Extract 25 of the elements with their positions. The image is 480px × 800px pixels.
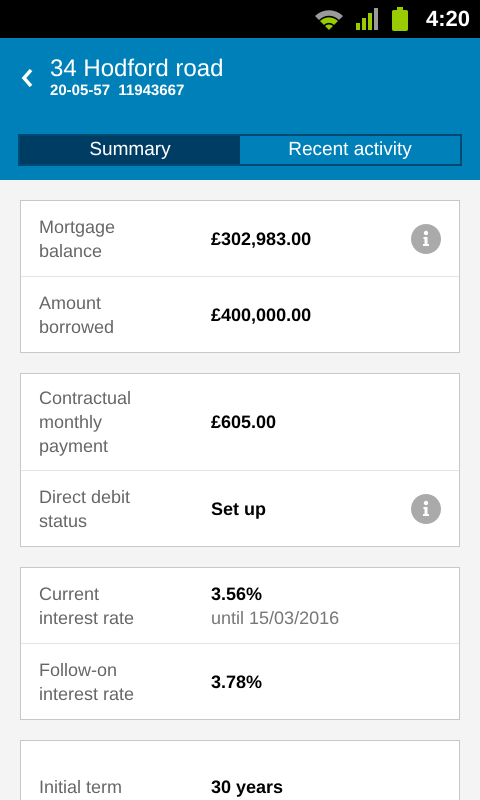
field-label: Current interest rate	[39, 582, 136, 630]
field-note: until 15/03/2016	[211, 606, 340, 630]
account-number: 20-05-57 11943667	[50, 82, 186, 100]
account-title: 34 Hodford road	[50, 56, 224, 82]
field-label: Initial term	[39, 776, 124, 798]
field-label: Contractual monthly payment	[39, 387, 132, 458]
field-label: Direct debit status	[39, 486, 132, 532]
field-value: £302,983.00	[211, 228, 312, 250]
tab[interactable]: Summary	[20, 136, 240, 164]
signal-icon	[356, 8, 380, 30]
field-label: Follow-on interest rate	[39, 658, 136, 706]
back-icon[interactable]	[20, 67, 34, 89]
wifi-icon	[314, 8, 344, 30]
field-value: Set up	[211, 498, 268, 520]
field-label: Mortgage balance	[39, 216, 116, 262]
field-value: 3.56%	[211, 582, 264, 606]
field-value: £605.00	[211, 411, 278, 434]
info-icon[interactable]	[411, 494, 441, 524]
battery-icon	[392, 7, 408, 31]
field-label: Amount borrowed	[39, 292, 116, 338]
field-value: £400,000.00	[211, 304, 312, 326]
field-value: 3.78%	[211, 670, 264, 694]
field-value: 30 years	[211, 776, 284, 798]
info-icon[interactable]	[411, 224, 441, 254]
clock: 4:20	[426, 6, 470, 32]
